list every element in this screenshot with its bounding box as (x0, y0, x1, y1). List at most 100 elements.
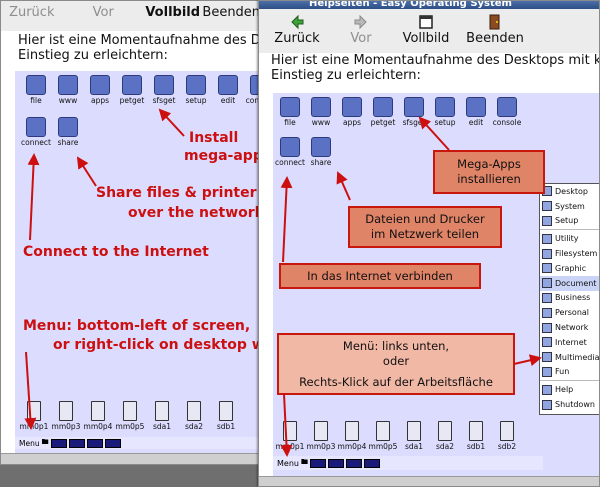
quit-button-label: Beenden (466, 31, 524, 46)
taskbar-menu-label[interactable]: Menu (15, 439, 40, 448)
intro-text: Hier ist eine Momentaufnahme des Desktop… (259, 53, 599, 83)
menu-item-filesystem[interactable]: Filesystem (540, 246, 599, 261)
desktop-icon-apps[interactable]: apps (335, 97, 369, 127)
drive-icon-sdb1[interactable]: sdb1 (209, 401, 243, 431)
menu-item-internet[interactable]: Internet (540, 335, 599, 350)
apps-icon (90, 75, 110, 95)
filesystem-icon (542, 248, 552, 259)
note-menu-2: or right-click on desktop w (53, 337, 261, 353)
callout-connect: In das Internet verbinden (279, 263, 481, 289)
desktop-icon-www[interactable]: www (304, 97, 338, 127)
desktop-icon-edit[interactable]: edit (211, 75, 245, 105)
drive-icon (155, 401, 169, 421)
desktop-icon-label: file (284, 118, 296, 127)
front-help-window: Helpseiten - Easy Operating System Zurüc… (258, 0, 600, 487)
desktop-icon-share[interactable]: share (51, 117, 85, 147)
drive-icon (27, 401, 41, 421)
quit-button[interactable]: Beenden (465, 11, 525, 53)
menu-item-desktop[interactable]: Desktop (540, 184, 599, 199)
desktop-icon-edit[interactable]: edit (459, 97, 493, 127)
callout-menu: Menü: links unten, oder Rechts-Klick auf… (277, 333, 515, 395)
desktop-icon-petget[interactable]: petget (366, 97, 400, 127)
drive-icon-sda1[interactable]: sda1 (145, 401, 179, 431)
desktop-icon-connect[interactable]: connect (19, 117, 53, 147)
drive-label: mm0p5 (115, 422, 145, 431)
desktop-icon-connect[interactable]: connect (273, 137, 307, 167)
horizontal-scrollbar[interactable] (1, 453, 261, 464)
drive-icon-mm0p3[interactable]: mm0p3 (304, 421, 338, 451)
fullscreen-button[interactable]: Vollbild (387, 11, 465, 53)
note-share-2: over the network (128, 205, 261, 221)
desktop-icon-file[interactable]: file (19, 75, 53, 105)
file-icon (280, 97, 300, 117)
menu-item-help[interactable]: Help (540, 382, 599, 397)
fullscreen-button[interactable]: Vollbild (144, 5, 202, 31)
desktop-icon-apps[interactable]: apps (83, 75, 117, 105)
forward-button[interactable]: Vor (335, 11, 387, 53)
desktop-icon-setup[interactable]: setup (428, 97, 462, 127)
horizontal-scrollbar[interactable] (259, 476, 599, 486)
drive-icon-sda2[interactable]: sda2 (177, 401, 211, 431)
back-button[interactable]: Zurück (259, 11, 335, 53)
drive-icon-mm0p5[interactable]: mm0p5 (366, 421, 400, 451)
desktop-screenshot: filewwwappspetgetsfsgetsetupeditconsolec… (15, 71, 261, 456)
menu-item-shutdown[interactable]: Shutdown (540, 397, 599, 412)
drive-icon-sdb2[interactable]: sdb2 (490, 421, 524, 451)
callout-connect-text: In das Internet verbinden (307, 268, 453, 283)
desktop-icon-label: connect (21, 138, 51, 147)
desktop-icon-petget[interactable]: petget (115, 75, 149, 105)
desktop-icon-label: share (57, 138, 79, 147)
desktop-icon-sfsget[interactable]: sfsget (397, 97, 431, 127)
back-button[interactable]: Zurück (1, 5, 63, 31)
menu-item-graphic[interactable]: Graphic (540, 261, 599, 276)
window-titlebar[interactable]: Helpseiten - Easy Operating System (259, 1, 599, 9)
menu-item-network[interactable]: Network (540, 320, 599, 335)
menu-item-personal[interactable]: Personal (540, 305, 599, 320)
drive-icon (59, 401, 73, 421)
desktop-icon-file[interactable]: file (273, 97, 307, 127)
drive-icon-mm0p3[interactable]: mm0p3 (49, 401, 83, 431)
forward-button[interactable]: Vor (63, 5, 144, 31)
menu-item-utility[interactable]: Utility (540, 231, 599, 246)
drive-icon (314, 421, 328, 441)
fun-icon (542, 366, 552, 377)
drive-icon-mm0p4[interactable]: mm0p4 (81, 401, 115, 431)
desktop-icon-label: file (30, 96, 42, 105)
menu-item-system[interactable]: System (540, 199, 599, 214)
drive-icon-sdb1[interactable]: sdb1 (459, 421, 493, 451)
desktop-menu: Desktop System Setup Utility Filesystem Graph… (539, 183, 599, 415)
menu-item-document[interactable]: Document (540, 275, 599, 291)
drive-icon-mm0p5[interactable]: mm0p5 (113, 401, 147, 431)
drive-label: sdb2 (497, 442, 517, 451)
drive-icon-mm0p1[interactable]: mm0p1 (273, 421, 307, 451)
drive-icon-mm0p1[interactable]: mm0p1 (17, 401, 51, 431)
menu-item-fun[interactable]: Fun (540, 365, 599, 380)
menu-item-business[interactable]: Business (540, 291, 599, 306)
callout-share: Dateien und Drucker im Netzwerk teilen (348, 206, 502, 248)
desktop-icon-www[interactable]: www (51, 75, 85, 105)
quit-button[interactable]: Beenden (201, 5, 261, 31)
desktop-icon-sfsget[interactable]: sfsget (147, 75, 181, 105)
desktop-icon-share[interactable]: share (304, 137, 338, 167)
connect-icon (26, 117, 46, 137)
taskbar: Menu 🖿 (273, 456, 543, 470)
drive-icon-sda1[interactable]: sda1 (397, 421, 431, 451)
drive-label: sda2 (184, 422, 204, 431)
desktop-icon-label: setup (434, 118, 456, 127)
www-icon (311, 97, 331, 117)
menu-item-multimedia[interactable]: Multimedia (540, 350, 599, 365)
desktop-icon-label: www (58, 96, 78, 105)
apps-icon (342, 97, 362, 117)
desktop-icon-console[interactable]: console (490, 97, 524, 127)
drive-label: mm0p4 (83, 422, 113, 431)
taskbar-menu-label[interactable]: Menu (273, 459, 299, 468)
drive-icon-mm0p4[interactable]: mm0p4 (335, 421, 369, 451)
shutdown-icon (542, 399, 552, 410)
desktop-icon-setup[interactable]: setup (179, 75, 213, 105)
menu-item-label: Business (555, 293, 591, 303)
drive-label: sda1 (152, 422, 172, 431)
petget-icon (373, 97, 393, 117)
menu-item-setup[interactable]: Setup (540, 214, 599, 229)
edit-icon (466, 97, 486, 117)
drive-icon-sda2[interactable]: sda2 (428, 421, 462, 451)
